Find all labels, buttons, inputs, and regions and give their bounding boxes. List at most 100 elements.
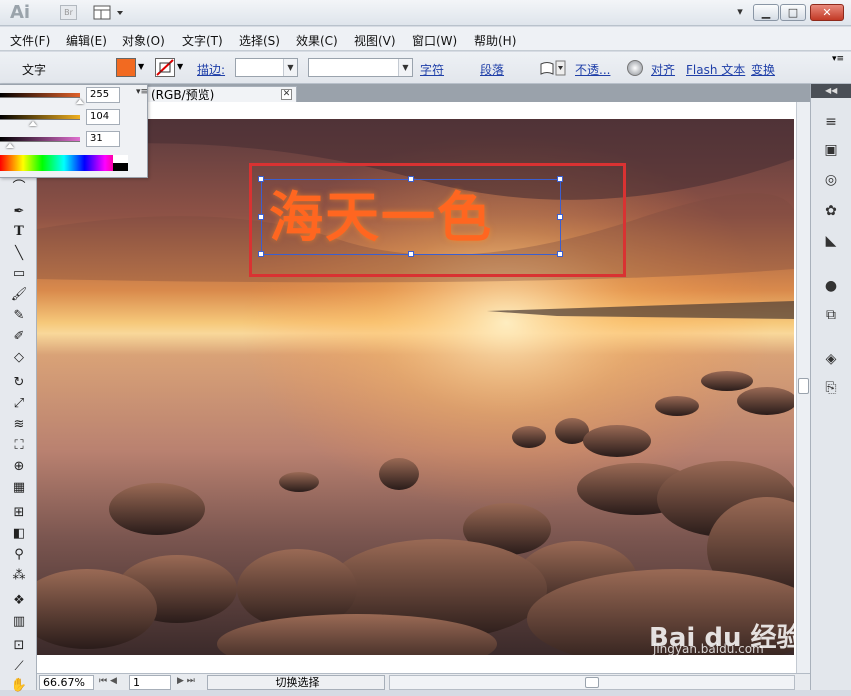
flash-text-link[interactable]: Flash 文本 [686,61,745,78]
transparency-icon[interactable]: ⧉ [821,305,841,325]
red-value-field[interactable]: 255 [86,87,120,103]
brush-icon[interactable]: 🖌 [9,285,29,305]
align-panel-link[interactable]: 对齐 [651,61,675,78]
resize-handle[interactable] [258,176,264,182]
type-icon[interactable]: T [9,222,29,242]
eraser-icon[interactable]: ◇ [9,348,29,368]
status-mode-menu[interactable]: 切换选择 [207,675,385,690]
artboard-nav-prev-icons[interactable]: ⏮ ◀ [99,676,117,686]
green-slider-thumb[interactable] [28,121,37,126]
gradient-icon[interactable]: ◧ [9,524,29,544]
color-icon[interactable]: ≡ [821,112,841,132]
menu-edit[interactable]: 编辑(E) [66,32,107,49]
blue-slider-thumb[interactable] [5,143,14,148]
placed-photo[interactable]: 海天一色 Bai du 经验 jingyan.baidu.com [37,119,794,655]
resize-handle[interactable] [557,214,563,220]
stroke-swatch[interactable] [155,58,175,77]
arrange-documents-button[interactable] [93,4,127,22]
transform-panel-link[interactable]: 变换 [751,61,775,78]
line-icon[interactable]: ╲ [9,244,29,264]
blob-brush-icon[interactable]: ✐ [9,327,29,347]
menu-file[interactable]: 文件(F) [10,32,50,49]
resize-handle[interactable] [408,251,414,257]
blue-slider-track[interactable] [0,137,80,142]
layers-icon[interactable]: ◈ [821,349,841,369]
dock-header[interactable]: ◀◀ [811,84,851,98]
scrollbar-thumb[interactable] [585,677,599,688]
chevron-down-icon[interactable]: ▼ [283,59,297,76]
text-bounding-box[interactable] [258,176,563,257]
red-slider-track[interactable] [0,93,80,98]
menu-effect[interactable]: 效果(C) [296,32,338,49]
resize-handle[interactable] [408,176,414,182]
horizontal-scrollbar[interactable] [389,675,795,690]
stroke-panel-link[interactable]: 描边: [197,61,225,78]
symbol-sprayer-icon[interactable]: ❖ [9,591,29,611]
mesh-icon[interactable]: ⊞ [9,503,29,523]
fill-dropdown-icon[interactable]: ▼ [138,62,144,71]
artboards-icon[interactable]: ⎘ [821,378,841,398]
paragraph-panel-link[interactable]: 段落 [480,61,504,78]
slice-icon[interactable]: ⟋ [9,657,29,677]
opacity-panel-link[interactable]: 不透... [575,61,610,78]
stroke-weight-field[interactable]: ▼ [235,58,298,77]
variable-width-profile-field[interactable]: ▼ [308,58,413,77]
menu-window[interactable]: 窗口(W) [412,32,457,49]
control-panel-menu-icon[interactable]: ▾≡ [832,54,844,64]
warp-icon[interactable]: ≋ [9,415,29,435]
free-transform-icon[interactable]: ⛶ [9,436,29,456]
lasso-icon[interactable]: ⌒ [9,178,29,198]
menu-type[interactable]: 文字(T) [182,32,223,49]
color-spectrum[interactable] [0,155,128,171]
menu-object[interactable]: 对象(O) [122,32,165,49]
recolor-artwork-icon[interactable] [627,60,643,76]
maximize-button[interactable]: □ [780,4,806,21]
pen-icon[interactable]: ✒ [9,202,29,222]
stroke-dropdown-icon[interactable]: ▼ [177,62,183,71]
zoom-field[interactable]: 66.67% [39,675,94,690]
menu-help[interactable]: 帮助(H) [474,32,516,49]
blue-value-field[interactable]: 31 [86,131,120,147]
close-document-icon[interactable]: ✕ [281,89,292,100]
perspective-grid-icon[interactable]: ▦ [9,478,29,498]
rectangle-icon[interactable]: ▭ [9,264,29,284]
brushes-icon[interactable]: ◎ [821,170,841,190]
artboard-nav-next-icons[interactable]: ▶ ⏭ [177,676,195,686]
scale-icon[interactable]: ⤢ [9,394,29,414]
character-panel-link[interactable]: 字符 [420,61,444,78]
menu-select[interactable]: 选择(S) [239,32,280,49]
rotate-icon[interactable]: ↻ [9,373,29,393]
graphic-styles-icon[interactable]: ◣ [821,231,841,251]
appearance-icon[interactable]: ● [821,276,841,296]
resize-handle[interactable] [557,176,563,182]
green-value-field[interactable]: 104 [86,109,120,125]
close-button[interactable]: ✕ [810,4,844,21]
scrollbar-thumb[interactable] [798,378,809,394]
eyedropper-icon[interactable]: ⚲ [9,545,29,565]
artboard-icon[interactable]: ⊡ [9,636,29,656]
symbols-icon[interactable]: ✿ [821,201,841,221]
resize-handle[interactable] [557,251,563,257]
pencil-icon[interactable]: ✎ [9,306,29,326]
collapse-dock-icon[interactable]: ◀◀ [825,86,837,95]
chevron-down-icon[interactable]: ▼ [398,59,412,76]
artboard-number-field[interactable]: 1 [129,675,171,690]
green-slider-track[interactable] [0,115,80,120]
black-white-swatch[interactable] [113,155,128,171]
shape-builder-icon[interactable]: ⊕ [9,457,29,477]
red-slider-thumb[interactable] [76,99,84,104]
style-picker[interactable] [539,60,567,76]
hand-icon[interactable]: ✋ [9,676,29,696]
workspace-menu-button[interactable]: ▾ [730,4,750,21]
panel-menu-icon[interactable]: ▾≡ [136,87,148,97]
fill-swatch[interactable] [116,58,136,77]
vertical-scrollbar[interactable] [796,102,810,674]
menu-view[interactable]: 视图(V) [354,32,396,49]
resize-handle[interactable] [258,214,264,220]
minimize-button[interactable]: ▁ [753,4,779,21]
resize-handle[interactable] [258,251,264,257]
swatches-icon[interactable]: ▣ [821,140,841,160]
column-graph-icon[interactable]: ▥ [9,612,29,632]
bridge-button[interactable]: Br [60,5,77,20]
blend-icon[interactable]: ⁂ [9,566,29,586]
